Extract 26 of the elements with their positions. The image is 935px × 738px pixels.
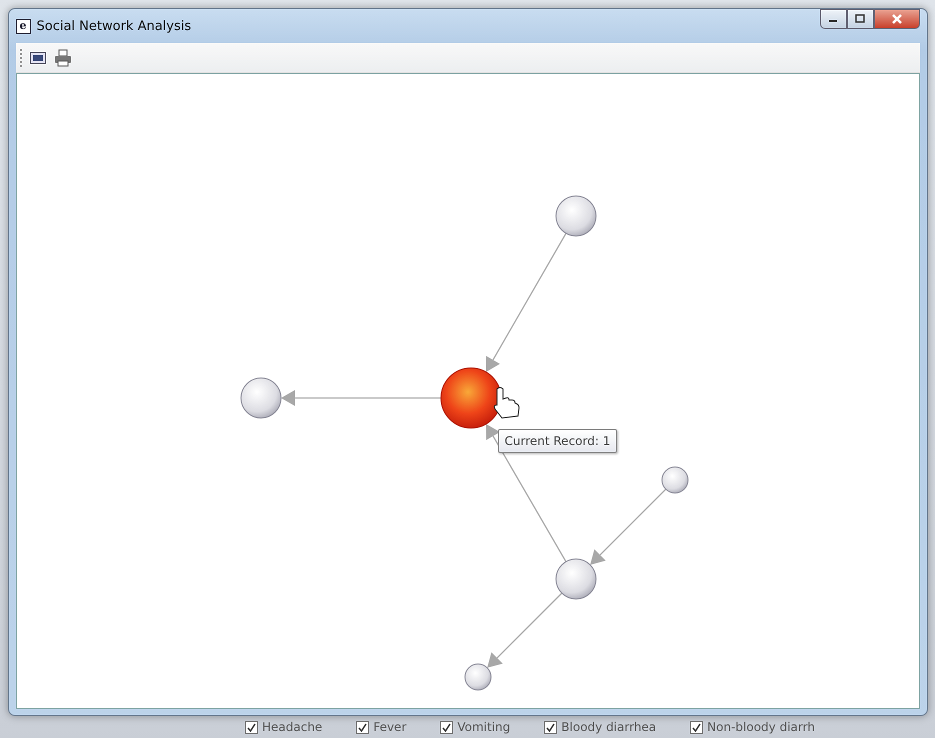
hand-cursor-icon [493,387,519,418]
checkbox[interactable] [440,720,454,734]
window-title: Social Network Analysis [36,18,192,34]
checkbox[interactable] [356,720,370,734]
checkbox-label: Bloody diarrhea [561,720,656,734]
graph-node[interactable] [555,196,596,236]
checkbox-label: Vomiting [457,720,510,734]
tooltip: Current Record: 1 [498,429,618,453]
maximize-icon [854,14,866,24]
maximize-button[interactable] [846,9,874,29]
graph-node[interactable] [464,664,491,690]
graph-node[interactable] [240,378,281,418]
graph-node[interactable] [555,558,596,600]
close-button[interactable] [874,9,920,29]
checkbox-label: Headache [262,720,322,734]
checkbox-label: Non-bloody diarrh [707,720,815,734]
checkbox-label: Fever [373,720,406,734]
close-icon [890,13,904,25]
app-icon: e [16,18,30,34]
image-icon[interactable] [28,52,48,64]
checkbox[interactable] [690,720,704,734]
graph-node[interactable] [661,466,688,494]
graph-node[interactable] [440,368,501,428]
minimize-button[interactable] [820,9,846,29]
checkbox[interactable] [544,720,558,734]
checkbox[interactable] [245,720,258,734]
